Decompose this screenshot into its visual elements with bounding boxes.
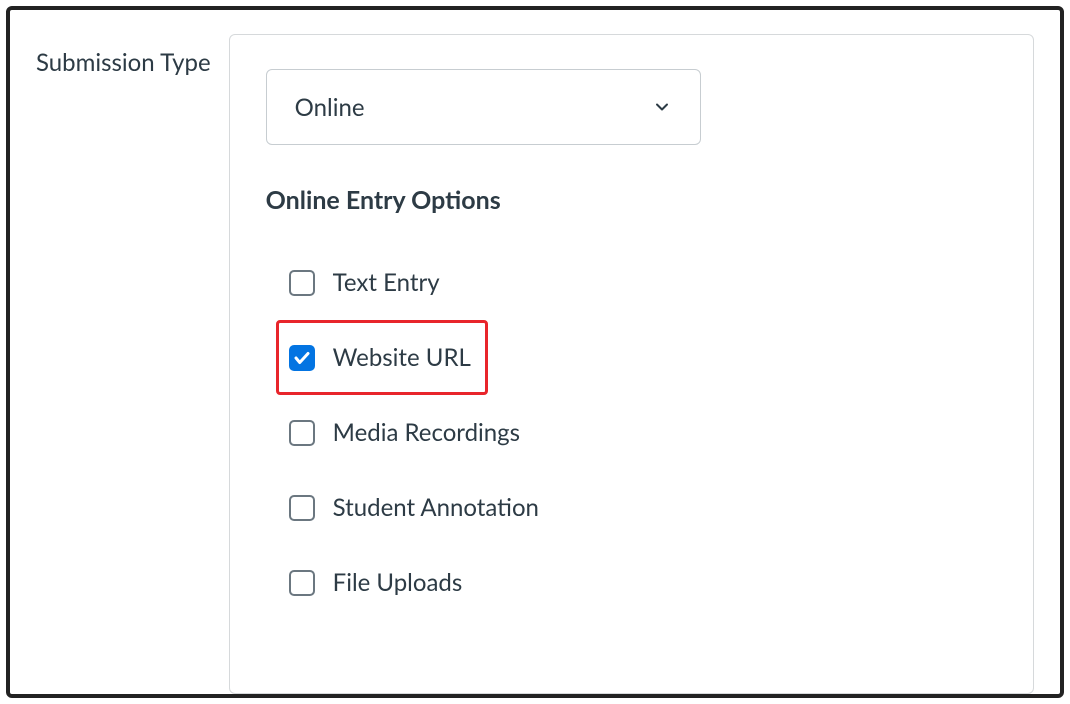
option-text-entry: Text Entry <box>266 245 997 320</box>
option-student-annotation: Student Annotation <box>266 470 997 545</box>
settings-frame: Submission Type Online Online Entry Opti… <box>6 6 1064 698</box>
checkbox-media-recordings[interactable] <box>289 420 315 446</box>
option-website-url: Website URL <box>266 320 997 395</box>
checkbox-file-uploads[interactable] <box>289 570 315 596</box>
online-entry-options-heading: Online Entry Options <box>266 185 997 215</box>
option-file-uploads: File Uploads <box>266 545 997 620</box>
option-label-file-uploads[interactable]: File Uploads <box>333 568 463 597</box>
option-label-student-annotation[interactable]: Student Annotation <box>333 493 539 522</box>
option-label-website-url[interactable]: Website URL <box>333 343 471 372</box>
submission-type-select-value: Online <box>295 93 652 122</box>
option-media-recordings-wrap: Media Recordings <box>276 395 537 470</box>
option-student-annotation-wrap: Student Annotation <box>276 470 556 545</box>
checkbox-student-annotation[interactable] <box>289 495 315 521</box>
checkbox-website-url[interactable] <box>289 345 315 371</box>
option-label-media-recordings[interactable]: Media Recordings <box>333 418 520 447</box>
submission-type-panel: Online Online Entry Options Text Entry <box>229 34 1034 694</box>
option-website-url-highlight: Website URL <box>276 320 488 395</box>
checkbox-text-entry[interactable] <box>289 270 315 296</box>
submission-type-label: Submission Type <box>36 34 211 694</box>
submission-type-select[interactable]: Online <box>266 69 701 145</box>
option-file-uploads-wrap: File Uploads <box>276 545 480 620</box>
chevron-down-icon <box>652 97 672 117</box>
option-label-text-entry[interactable]: Text Entry <box>333 268 440 297</box>
entry-options-list: Text Entry Website URL Media Recordings <box>266 245 997 620</box>
option-text-entry-wrap: Text Entry <box>276 245 457 320</box>
option-media-recordings: Media Recordings <box>266 395 997 470</box>
